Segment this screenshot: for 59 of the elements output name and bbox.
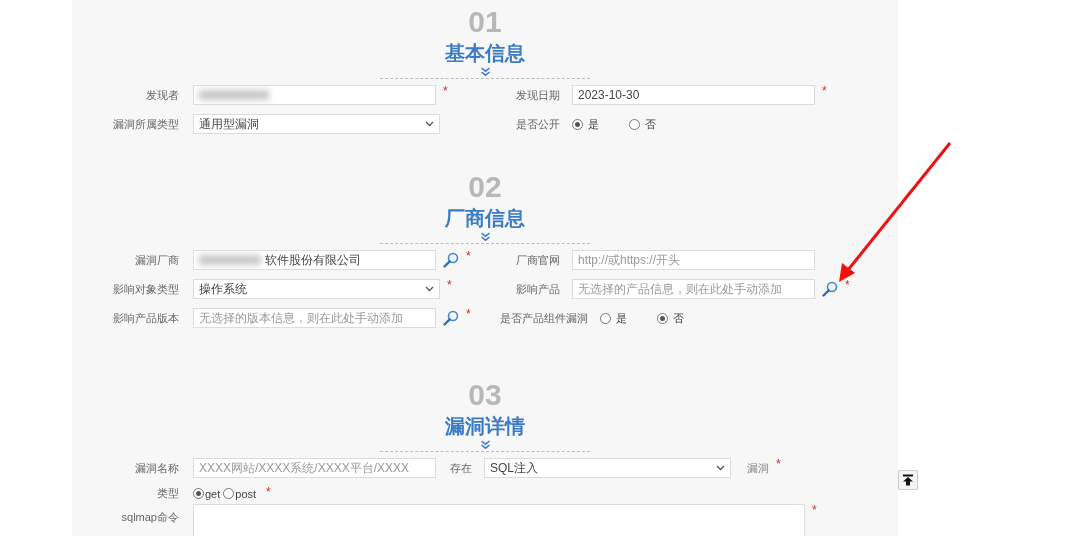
field-suffix: 漏洞 <box>747 460 769 476</box>
field-label: 存在 <box>449 460 472 476</box>
required-mark: * <box>812 504 817 516</box>
field-label: 漏洞厂商 <box>134 252 179 268</box>
radio-option[interactable]: get <box>193 487 221 500</box>
text-field[interactable]: 软件股份有限公司 <box>193 250 436 270</box>
radio-circle[interactable] <box>193 488 204 499</box>
field-label: 漏洞名称 <box>134 460 179 476</box>
chevron-down-icon <box>716 465 725 471</box>
double-chevron-icon <box>479 67 491 77</box>
radio-option[interactable]: 否 <box>657 310 684 326</box>
required-mark: * <box>466 308 471 320</box>
section-title: 基本信息 <box>445 41 525 66</box>
required-mark: * <box>822 85 827 97</box>
field-label: sqlmap命令 <box>120 510 179 525</box>
radio-circle[interactable] <box>657 312 668 324</box>
section-title: 漏洞详情 <box>445 414 525 439</box>
field-label: 是否公开 <box>515 116 560 132</box>
section-number: 03 <box>468 379 502 411</box>
section-title: 厂商信息 <box>445 206 525 231</box>
double-chevron-icon <box>479 232 491 242</box>
radio-circle[interactable] <box>629 118 640 130</box>
radio-circle[interactable] <box>600 312 611 324</box>
field-label: 影响产品 <box>515 281 560 297</box>
required-mark: * <box>447 279 452 291</box>
chevron-down-icon <box>425 286 434 292</box>
text-field[interactable] <box>193 85 436 105</box>
field-label: 是否产品组件漏洞 <box>500 310 588 326</box>
select-field[interactable]: SQL注入 <box>484 458 731 478</box>
field-label: 漏洞所属类型 <box>112 116 179 132</box>
search-icon[interactable] <box>443 252 459 268</box>
required-mark: * <box>845 279 850 291</box>
search-icon[interactable] <box>822 281 838 297</box>
radio-circle[interactable] <box>572 118 583 130</box>
section-number: 02 <box>468 171 502 203</box>
chevron-down-icon <box>425 121 434 127</box>
field-label: 影响产品版本 <box>112 310 179 326</box>
back-to-top-button[interactable] <box>898 470 918 490</box>
required-mark: * <box>466 250 471 262</box>
select-field[interactable]: 通用型漏洞 <box>193 114 440 134</box>
field-label: 发现者 <box>145 87 179 103</box>
section-number: 01 <box>468 6 502 38</box>
field-label: 影响对象类型 <box>112 281 179 297</box>
search-icon[interactable] <box>443 310 459 326</box>
arrow-to-top-icon <box>902 474 914 486</box>
radio-circle[interactable] <box>223 488 235 499</box>
text-field[interactable]: 2023-10-30 <box>572 85 815 105</box>
select-field[interactable]: 操作系统 <box>193 279 440 299</box>
required-mark: * <box>443 85 448 97</box>
radio-option[interactable]: 否 <box>629 116 656 132</box>
required-mark: * <box>776 458 781 470</box>
radio-option[interactable]: post <box>223 487 257 500</box>
required-mark: * <box>266 486 271 498</box>
field-label: 类型 <box>156 486 179 501</box>
field-label: 发现日期 <box>515 87 560 103</box>
radio-option[interactable]: 是 <box>572 116 599 132</box>
radio-option[interactable]: 是 <box>600 310 627 326</box>
field-label: 厂商官网 <box>515 252 560 268</box>
double-chevron-icon <box>479 440 491 450</box>
